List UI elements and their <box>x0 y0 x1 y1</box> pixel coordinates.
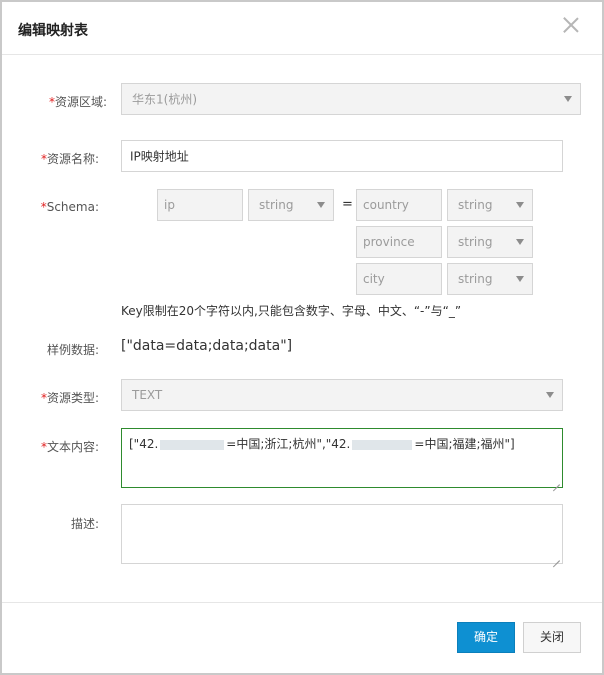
redacted-mask <box>352 439 413 450</box>
type-value: TEXT <box>132 388 163 402</box>
name-value: IP映射地址 <box>130 149 189 164</box>
schema-value-name-text: city <box>363 272 385 286</box>
chevron-down-icon <box>516 276 524 282</box>
content-text-2: =中国;浙江;杭州","42. <box>226 437 351 451</box>
schema-value-type-text: string <box>458 272 493 286</box>
dialog-footer: 确定 关闭 <box>2 602 602 673</box>
description-label: 描述: <box>0 515 99 532</box>
content-label-text: 文本内容: <box>46 440 99 454</box>
schema-value-type-select[interactable]: string <box>447 263 533 295</box>
schema-value-name-text: province <box>363 235 415 249</box>
confirm-button[interactable]: 确定 <box>457 622 515 653</box>
content-label: *文本内容: <box>0 438 99 455</box>
content-text-1: ["42. <box>129 437 159 451</box>
region-label-text: 资源区域: <box>54 95 107 109</box>
schema-key-name[interactable]: ip <box>157 189 243 221</box>
sample-value: ["data=data;data;data"] <box>121 338 293 354</box>
chevron-down-icon <box>317 202 325 208</box>
name-label: *资源名称: <box>0 150 99 167</box>
schema-value-name[interactable]: city <box>356 263 442 295</box>
schema-value-name[interactable]: country <box>356 189 442 221</box>
schema-value-type-select[interactable]: string <box>447 189 533 221</box>
dialog-title: 编辑映射表 <box>18 23 88 39</box>
schema-key-type-select[interactable]: string <box>248 189 334 221</box>
content-value: ["42. =中国;浙江;杭州","42. =中国;福建;福州"] <box>129 435 515 452</box>
schema-value-type-select[interactable]: string <box>447 226 533 258</box>
name-label-text: 资源名称: <box>46 152 99 166</box>
type-label-text: 资源类型: <box>46 391 99 405</box>
close-icon[interactable] <box>560 14 582 36</box>
chevron-down-icon <box>564 96 572 102</box>
redacted-mask <box>160 439 225 450</box>
name-input[interactable]: IP映射地址 <box>121 140 563 172</box>
type-select[interactable]: TEXT <box>121 379 563 411</box>
resize-handle[interactable] <box>552 477 560 485</box>
type-label: *资源类型: <box>0 389 99 406</box>
schema-key-name-value: ip <box>164 198 175 212</box>
content-textarea[interactable]: ["42. =中国;浙江;杭州","42. =中国;福建;福州"] <box>121 428 563 488</box>
chevron-down-icon <box>516 202 524 208</box>
edit-mapping-dialog: 编辑映射表 *资源区域: 华东1(杭州) *资源名称: IP映射地址 *Sche… <box>0 0 604 675</box>
schema-value-type-text: string <box>458 235 493 249</box>
equals-sign: = <box>342 197 353 212</box>
schema-hint: Key限制在20个字符以内,只能包含数字、字母、中文、“-”与“_” <box>121 304 462 318</box>
schema-value-name[interactable]: province <box>356 226 442 258</box>
region-value: 华东1(杭州) <box>132 92 197 107</box>
region-select[interactable]: 华东1(杭州) <box>121 83 581 115</box>
sample-label-text: 样例数据: <box>46 343 99 357</box>
resize-handle[interactable] <box>552 553 560 561</box>
chevron-down-icon <box>546 392 554 398</box>
sample-label: 样例数据: <box>0 341 99 358</box>
schema-label: *Schema: <box>0 200 99 214</box>
schema-value-name-text: country <box>363 198 409 212</box>
chevron-down-icon <box>516 239 524 245</box>
schema-value-type-text: string <box>458 198 493 212</box>
region-label: *资源区域: <box>0 93 107 110</box>
schema-key-type-value: string <box>259 198 294 212</box>
schema-label-text: Schema: <box>46 200 99 214</box>
description-textarea[interactable] <box>121 504 563 564</box>
close-button[interactable]: 关闭 <box>523 622 581 653</box>
description-label-text: 描述: <box>70 517 99 531</box>
dialog-header: 编辑映射表 <box>2 2 602 55</box>
content-text-3: =中国;福建;福州"] <box>414 437 515 451</box>
